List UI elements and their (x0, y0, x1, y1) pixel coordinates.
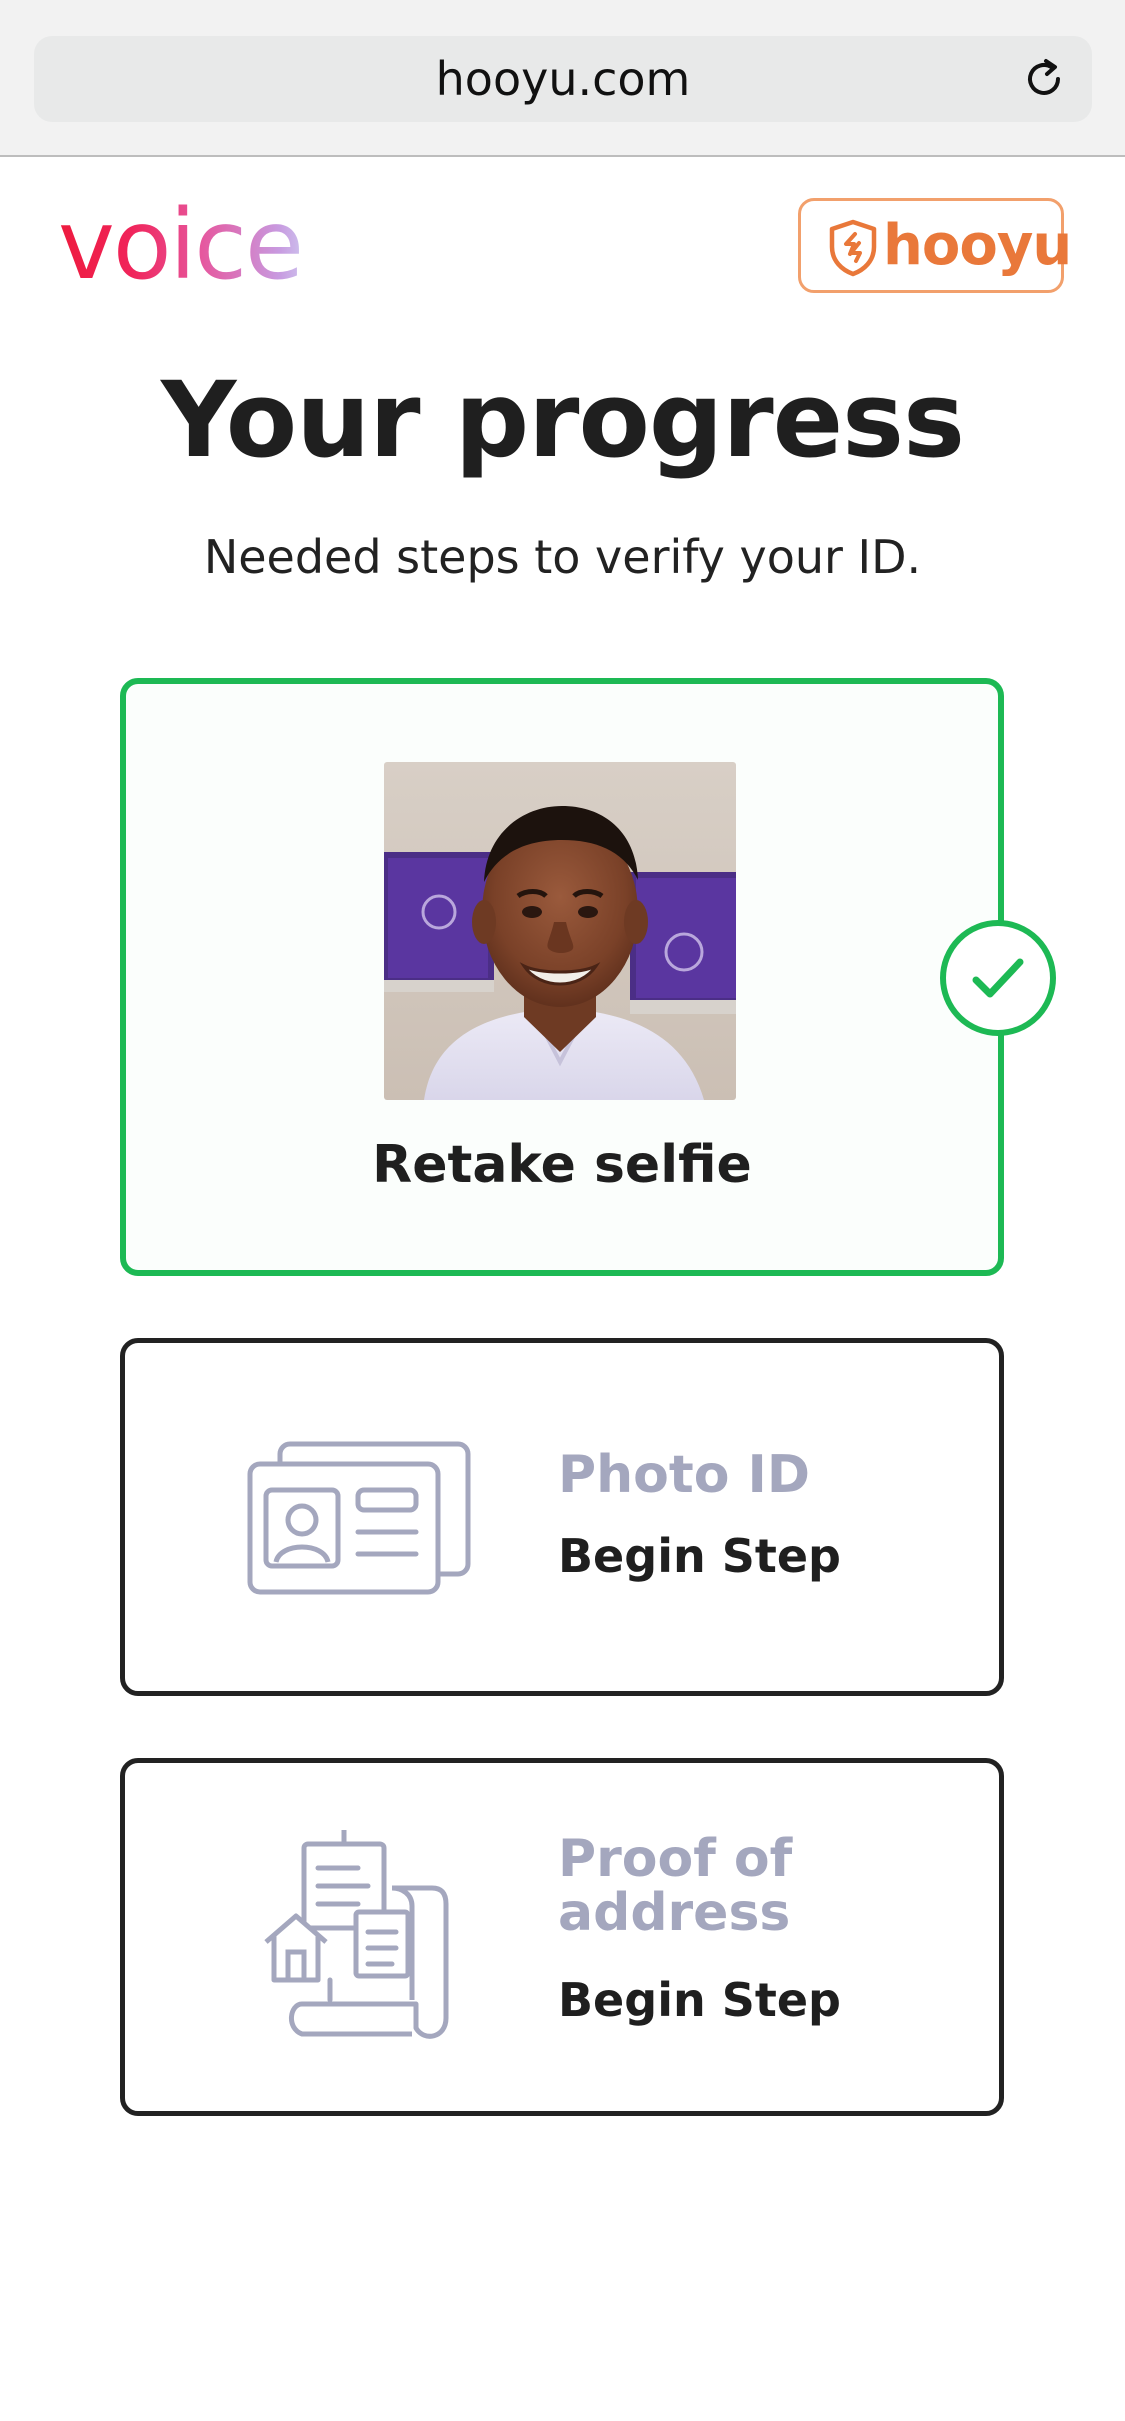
check-icon (940, 920, 1056, 1036)
step-title-photo-id: Photo ID (558, 1445, 811, 1505)
voice-logo: voice (58, 190, 318, 300)
hooyu-logo-text: hooyu (883, 213, 1072, 278)
browser-toolbar: hooyu.com (0, 0, 1125, 157)
id-card-icon (247, 1441, 471, 1595)
step-title-proof-of-address-line1: Proof of (558, 1829, 793, 1889)
page-title: Your progress (160, 359, 965, 481)
step-title-proof-of-address-line2: address (558, 1883, 791, 1943)
reload-icon[interactable] (1022, 57, 1066, 101)
step-label-retake-selfie[interactable]: Retake selfie (120, 1125, 1004, 1205)
hooyu-logo-badge: hooyu (798, 198, 1072, 293)
selfie-photo (384, 762, 736, 1100)
begin-step-button[interactable]: Begin Step (558, 1526, 841, 1586)
hooyu-shield-icon (829, 219, 877, 277)
selfie-image (384, 762, 736, 1100)
url-text[interactable]: hooyu.com (34, 36, 1092, 122)
address-documents-icon (264, 1830, 449, 2039)
page-subtitle: Needed steps to verify your ID. (203, 530, 922, 584)
begin-step-button[interactable]: Begin Step (558, 1970, 841, 2030)
address-bar[interactable]: hooyu.com (34, 36, 1092, 122)
